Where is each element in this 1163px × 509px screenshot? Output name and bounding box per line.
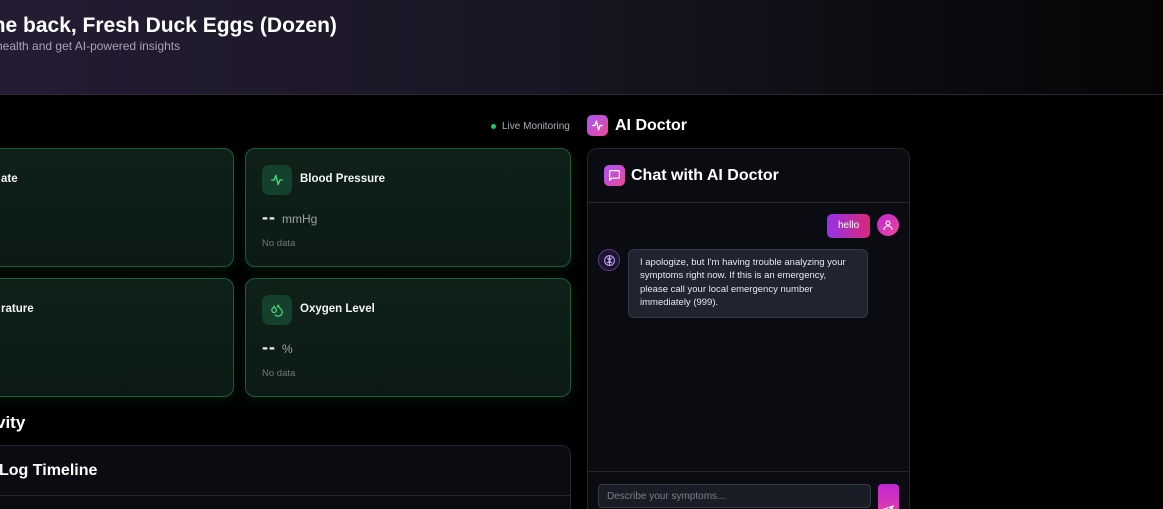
vital-card-value: -- %	[262, 337, 293, 358]
brain-icon	[598, 249, 620, 271]
vital-card-note: No data	[262, 368, 296, 379]
live-monitoring-label: Live Monitoring	[502, 121, 570, 132]
user-message: hello	[827, 214, 871, 238]
vital-value: --	[262, 207, 276, 227]
activity-icon	[262, 165, 292, 195]
page-header: ome back, Fresh Duck Eggs (Dozen) ur hea…	[0, 0, 1163, 95]
vital-card-blood-pressure[interactable]: Blood Pressure -- mmHg No data	[245, 148, 571, 267]
chat-header: Chat with AI Doctor	[588, 149, 909, 203]
ai-doctor-title: AI Doctor	[615, 116, 687, 134]
vital-value: --	[262, 337, 276, 357]
user-icon	[877, 214, 899, 236]
vital-card-temperature[interactable]: rature	[0, 278, 234, 397]
vital-unit: %	[282, 342, 293, 356]
vital-card-title: Blood Pressure	[300, 173, 385, 185]
vital-card-oxygen-level[interactable]: Oxygen Level -- % No data	[245, 278, 571, 397]
send-icon	[883, 505, 894, 509]
vital-card-title: Oxygen Level	[300, 303, 375, 315]
chat-title: Chat with AI Doctor	[631, 167, 779, 184]
send-button[interactable]	[878, 484, 899, 509]
welcome-title: ome back, Fresh Duck Eggs (Dozen)	[0, 14, 337, 37]
log-timeline-panel: Log Timeline	[0, 445, 571, 509]
live-monitoring-indicator: Live Monitoring	[491, 121, 570, 132]
welcome-subtitle: ur health and get AI-powered insights	[0, 39, 181, 53]
vital-card-note: No data	[262, 238, 296, 249]
activity-icon	[587, 115, 608, 136]
symptoms-input[interactable]	[598, 484, 871, 508]
droplets-icon	[262, 295, 292, 325]
assistant-message: I apologize, but I'm having trouble anal…	[628, 249, 868, 318]
live-status-dot	[491, 124, 496, 129]
vital-card-title: rature	[1, 303, 34, 315]
vital-card-heart-rate[interactable]: ate	[0, 148, 234, 267]
divider	[0, 495, 570, 496]
vital-card-value: -- mmHg	[262, 207, 317, 228]
chat-panel: Chat with AI Doctor hello I apologize, b…	[587, 148, 910, 509]
log-timeline-title: Log Timeline	[0, 462, 98, 479]
chat-footer	[588, 471, 909, 509]
ai-doctor-header: AI Doctor	[587, 115, 687, 136]
vital-unit: mmHg	[282, 212, 318, 226]
vital-card-title: ate	[1, 173, 18, 185]
activity-section-title: vity	[0, 413, 26, 432]
message-square-icon	[604, 165, 625, 186]
